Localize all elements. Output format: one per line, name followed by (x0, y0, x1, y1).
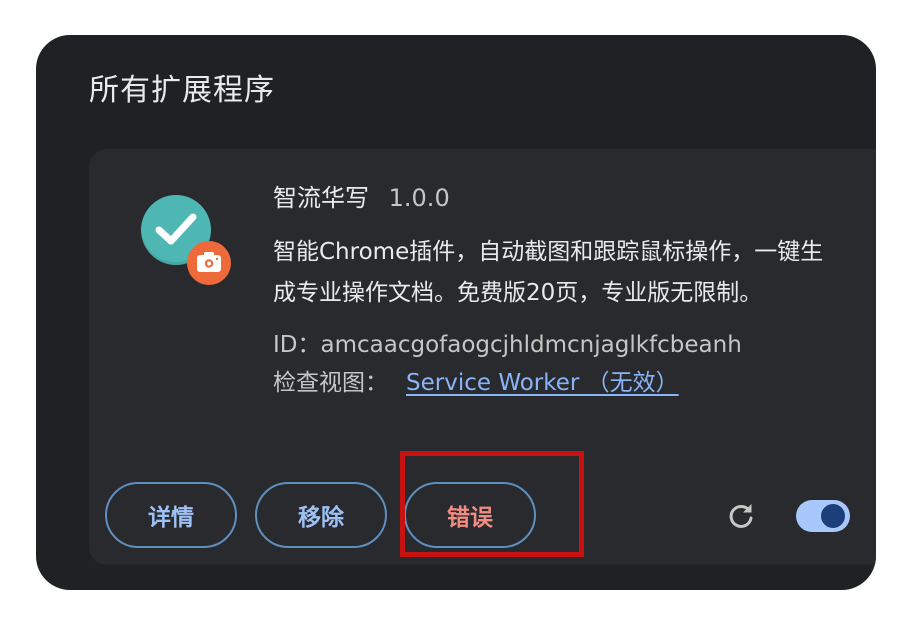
service-worker-link[interactable]: Service Worker （无效） (406, 370, 679, 396)
extension-card: 智流华写 1.0.0 智能Chrome插件，自动截图和跟踪鼠标操作，一键生成专业… (89, 149, 876, 565)
extension-name-row: 智流华写 1.0.0 (273, 186, 853, 216)
extension-description: 智能Chrome插件，自动截图和跟踪鼠标操作，一键生成专业操作文档。免费版20页… (273, 239, 824, 306)
toggle-knob (821, 504, 845, 528)
remove-button[interactable]: 移除 (255, 482, 387, 548)
inspect-views-row: 检查视图： Service Worker （无效） (273, 363, 853, 397)
extension-id-label: ID： (273, 332, 321, 358)
extension-id-value: amcaacgofaogcjhldmcnjaglkfcbeanh (320, 332, 742, 358)
extension-id-row: ID：amcaacgofaogcjhldmcnjaglkfcbeanh (273, 325, 853, 359)
extension-details: 智流华写 1.0.0 智能Chrome插件，自动截图和跟踪鼠标操作，一键生成专业… (273, 186, 853, 397)
details-button[interactable]: 详情 (105, 482, 237, 548)
errors-button[interactable]: 错误 (404, 482, 536, 548)
section-title: 所有扩展程序 (89, 73, 275, 108)
extension-icon (139, 191, 239, 291)
inspect-views-label: 检查视图： (273, 370, 388, 396)
extensions-panel: 所有扩展程序 智流华写 1.0.0 智能Chrome插件，自动截图和跟踪鼠标操作… (36, 35, 876, 590)
camera-icon (187, 241, 231, 285)
enable-toggle[interactable] (796, 500, 850, 532)
reload-icon[interactable] (725, 500, 757, 532)
extension-name: 智流华写 (273, 184, 369, 212)
extension-version: 1.0.0 (388, 184, 450, 212)
